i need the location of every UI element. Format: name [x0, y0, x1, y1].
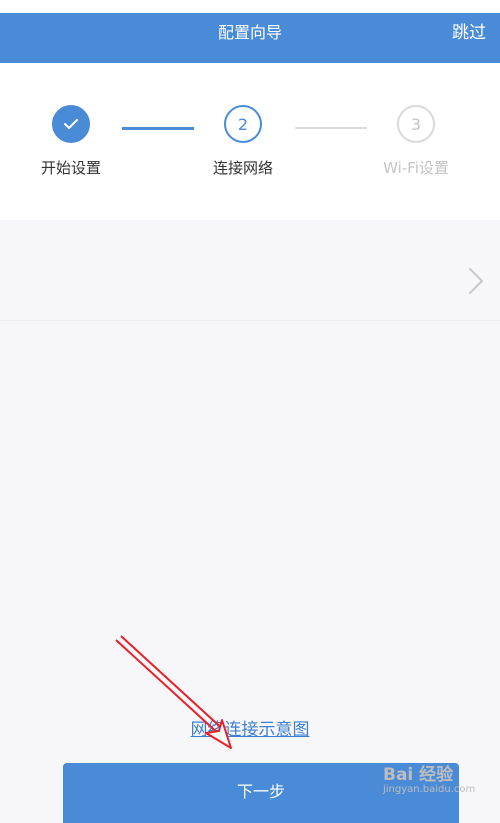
watermark-logo: Bai 经验: [383, 765, 454, 785]
step-2-number: 2: [224, 105, 262, 143]
step-connect-network: 2 连接网络: [188, 105, 298, 178]
step-indicator: 开始设置 2 连接网络 3 Wi-Fi设置: [0, 63, 500, 220]
page-title: 配置向导: [217, 23, 282, 42]
baidu-watermark: Bai 经验 jingyan.baidu.com: [383, 760, 498, 805]
network-diagram-link[interactable]: 网络连接示意图: [0, 715, 500, 740]
step-connector-completed: [122, 127, 194, 130]
step-1-circle: [52, 105, 90, 143]
app-header: 配置向导 跳过: [0, 13, 500, 63]
chevron-right-icon: [469, 268, 483, 294]
skip-button[interactable]: 跳过: [452, 13, 486, 53]
step-1-label: 开始设置: [40, 159, 101, 177]
status-strip: [0, 0, 500, 13]
watermark-url: jingyan.baidu.com: [383, 784, 476, 795]
step-start-setup: 开始设置: [16, 105, 126, 178]
check-icon: [64, 119, 78, 129]
step-wifi-setup: 3 Wi-Fi设置: [361, 105, 471, 178]
network-select-row[interactable]: [0, 243, 500, 321]
step-3-label: Wi-Fi设置: [383, 159, 449, 177]
step-3-number: 3: [397, 105, 435, 143]
step-connector-pending: [295, 127, 367, 129]
step-2-label: 连接网络: [212, 159, 273, 177]
